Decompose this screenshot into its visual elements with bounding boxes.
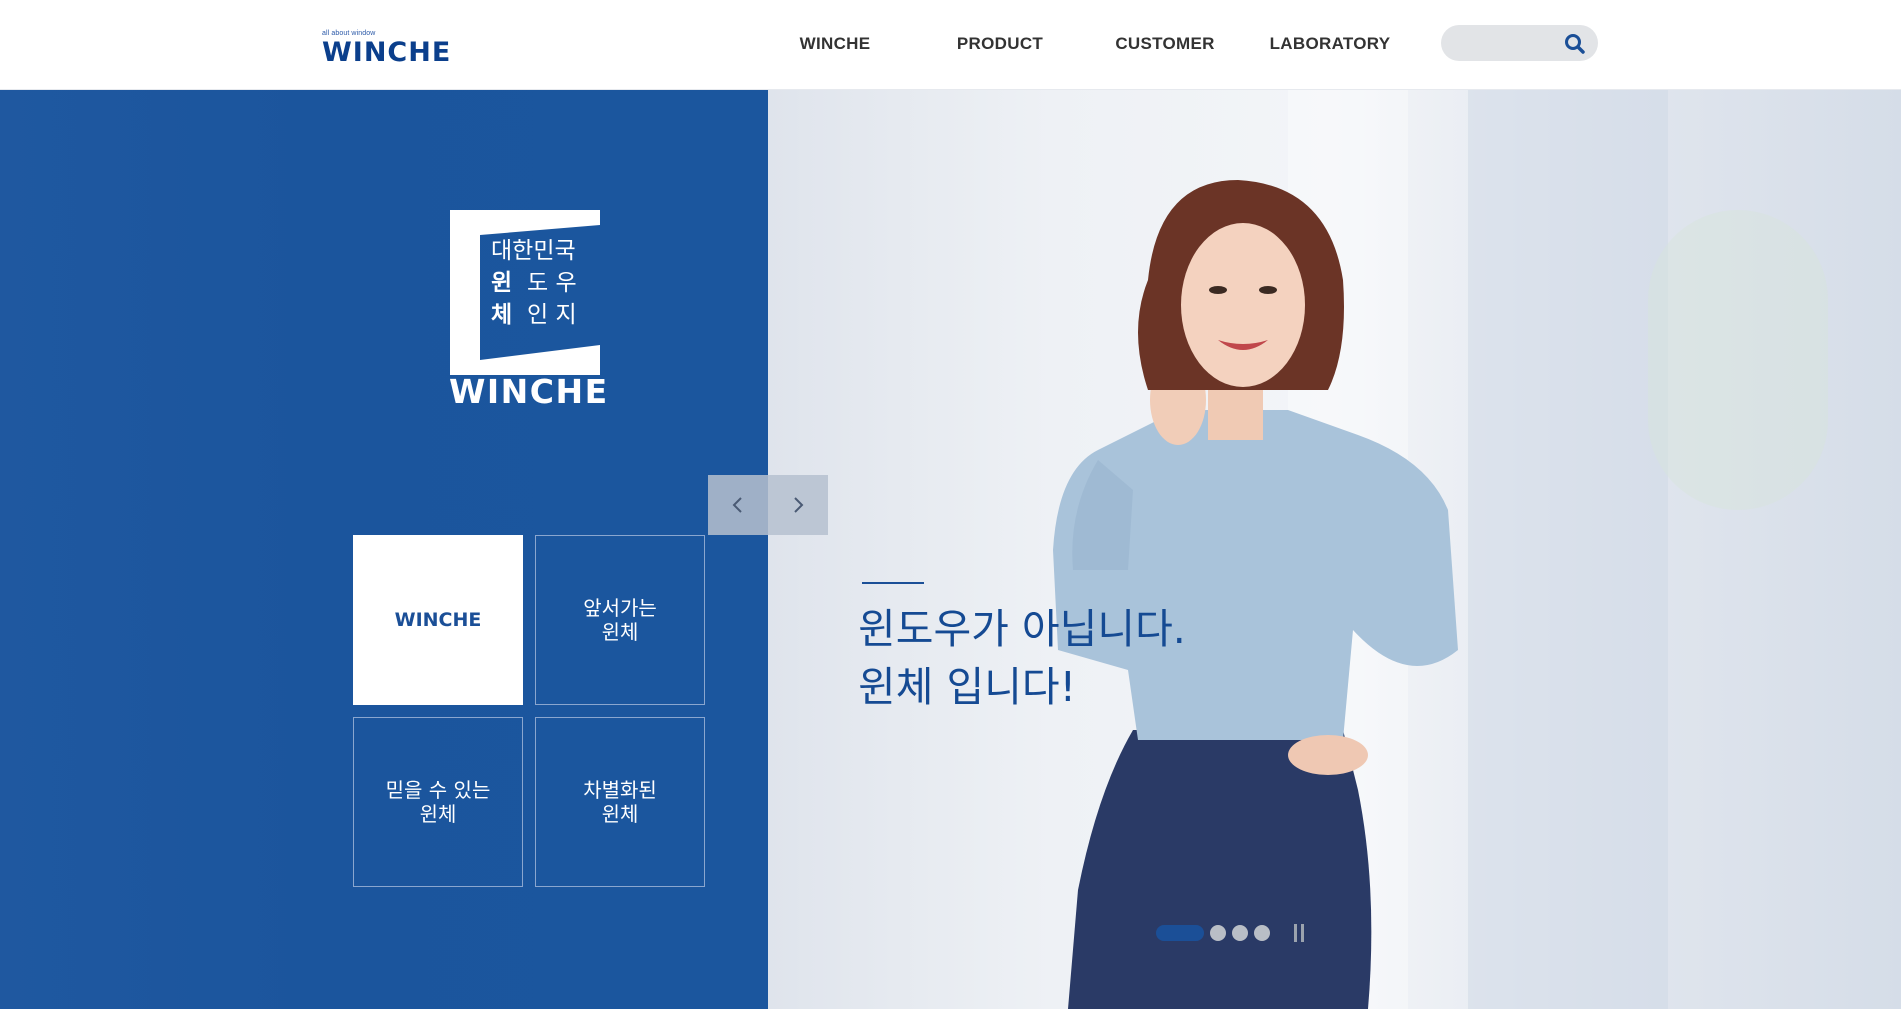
search-input[interactable]: [1455, 32, 1559, 56]
site-logo[interactable]: all about window WINCHE: [322, 30, 451, 68]
badge-wordmark: WINCHE: [449, 372, 609, 411]
chevron-right-icon: [794, 497, 804, 513]
hero-photo: [768, 90, 1901, 1009]
model-figure: [1053, 180, 1458, 1009]
badge-line-3: 인 지: [527, 302, 577, 328]
nav-item-winche[interactable]: WINCHE: [770, 34, 900, 54]
badge-line-2-bold: 윈: [491, 270, 513, 296]
headline-divider: [862, 582, 924, 584]
nav-item-product[interactable]: PRODUCT: [935, 34, 1065, 54]
chevron-left-icon: [732, 497, 742, 513]
tile-differentiated-winche[interactable]: 차별화된 윈체: [535, 717, 705, 887]
pager-dot-4[interactable]: [1254, 925, 1270, 941]
pager-dot-1[interactable]: [1156, 925, 1204, 941]
tile-leading-winche[interactable]: 앞서가는 윈체: [535, 535, 705, 705]
slider-next-button[interactable]: [768, 475, 828, 535]
search-icon[interactable]: [1563, 32, 1587, 56]
pager-dot-2[interactable]: [1210, 925, 1226, 941]
nav-item-laboratory[interactable]: LABORATORY: [1265, 34, 1395, 54]
nav-item-customer[interactable]: CUSTOMER: [1100, 34, 1230, 54]
badge-line-1: 대한민국: [491, 238, 576, 264]
tile-trusted-winche[interactable]: 믿을 수 있는 윈체: [353, 717, 523, 887]
hero-headline: 윈도우가 아닙니다. 윈체 입니다!: [858, 605, 1186, 711]
badge-line-3-bold: 체: [491, 302, 513, 328]
slider-prev-button[interactable]: [708, 475, 768, 535]
pager-dot-3[interactable]: [1232, 925, 1248, 941]
site-header: all about window WINCHE WINCHE PRODUCT C…: [0, 0, 1901, 90]
badge-line-2: 도 우: [527, 270, 577, 296]
search-box: [1441, 25, 1598, 61]
pause-icon[interactable]: [1292, 924, 1306, 942]
tile-winche[interactable]: WINCHE: [353, 535, 523, 705]
logo-wordmark: WINCHE: [322, 37, 452, 68]
